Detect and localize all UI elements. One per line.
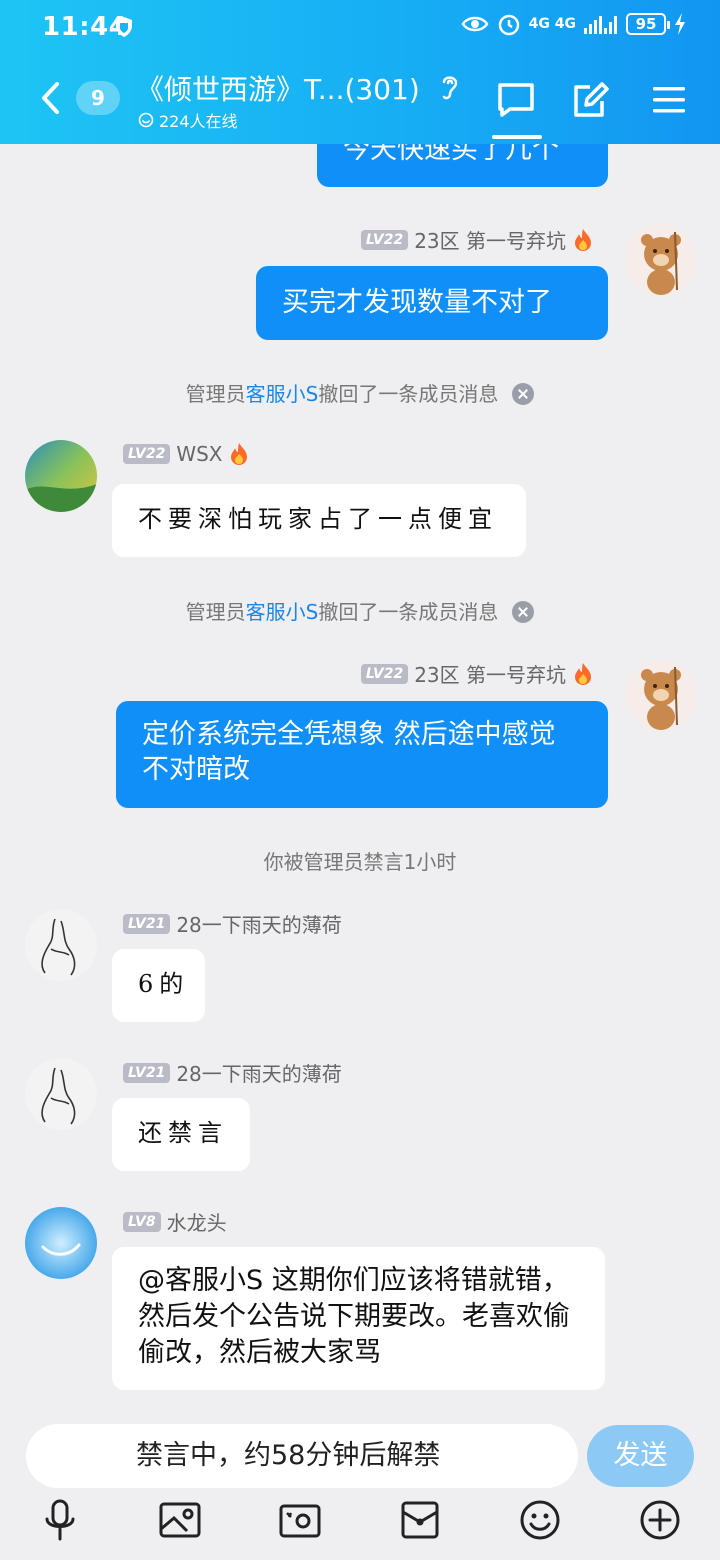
earpiece-mode-icon[interactable]	[438, 72, 462, 104]
notice-prefix: 管理员	[185, 382, 246, 406]
emoji-icon	[520, 1500, 560, 1540]
plus-icon	[640, 1500, 680, 1540]
notice-suffix: 撤回了一条成员消息	[318, 382, 499, 406]
avatar[interactable]	[25, 1207, 97, 1279]
avatar[interactable]	[25, 1058, 97, 1130]
message-bubble-self[interactable]: 今天快速买了几个	[317, 144, 608, 187]
bear-avatar-icon	[625, 224, 697, 296]
sender-name: 28一下雨天的薄荷	[176, 1062, 342, 1086]
fire-icon	[231, 443, 248, 465]
unread-count-badge[interactable]: 9	[76, 81, 120, 115]
sender-name: 23区 第一号弃坑	[414, 663, 566, 687]
message-bubble-self[interactable]: 买完才发现数量不对了	[256, 266, 608, 340]
input-bar: 禁言中，约58分钟后解禁 发送	[0, 1410, 720, 1560]
eye-icon	[461, 16, 489, 32]
message-bubble-other[interactable]: 还禁言	[112, 1098, 250, 1171]
fire-icon	[575, 228, 591, 251]
muted-input-field[interactable]: 禁言中，约58分钟后解禁	[26, 1424, 578, 1488]
message-bubble-other[interactable]: @客服小S 这期你们应该将错就错，然后发个公告说下期要改。老喜欢偷偷改，然后被大…	[112, 1247, 605, 1390]
camera-button[interactable]	[278, 1498, 322, 1542]
avatar[interactable]	[625, 224, 697, 296]
shield-icon	[116, 17, 132, 37]
back-icon	[42, 82, 59, 114]
level-badge: LV8	[123, 1211, 161, 1232]
image-button[interactable]	[158, 1498, 202, 1542]
avatar[interactable]	[25, 440, 97, 512]
sender-info: LV22 WSX	[123, 442, 250, 466]
emoji-button[interactable]	[518, 1498, 562, 1542]
chat-header: 11:44 4G 4G 95 9 《倾世西游》T...(301) 224人在线	[0, 0, 720, 144]
voice-button[interactable]	[38, 1498, 82, 1542]
sketch-avatar-icon	[25, 909, 97, 981]
online-status-icon	[138, 112, 154, 128]
system-notice: 管理员客服小S撤回了一条成员消息	[0, 596, 720, 625]
avatar[interactable]	[625, 659, 697, 731]
avatar[interactable]	[25, 909, 97, 981]
menu-button[interactable]	[647, 78, 691, 122]
message-bubble-other[interactable]: 不要深怕玩家占了一点便宜	[112, 484, 526, 557]
message-bubble-self[interactable]: 定价系统完全凭想象 然后途中感觉不对暗改	[116, 701, 608, 808]
landscape-avatar-icon	[25, 440, 97, 512]
level-badge: LV21	[123, 913, 171, 934]
sky-avatar-icon	[25, 1207, 97, 1279]
close-icon[interactable]	[512, 382, 535, 405]
online-count: 224人在线	[138, 108, 238, 132]
sender-name: 水龙头	[166, 1211, 227, 1235]
more-button[interactable]	[638, 1498, 682, 1542]
sender-info: LV8 水龙头	[123, 1207, 227, 1236]
bear-avatar-icon	[625, 659, 697, 731]
status-bar: 11:44 4G 4G 95	[0, 0, 720, 56]
camera-icon	[279, 1504, 321, 1538]
sketch-avatar-icon	[25, 1058, 97, 1130]
mute-notice: 你被管理员禁言1小时	[263, 850, 457, 874]
sender-info: LV21 28一下雨天的薄荷	[123, 909, 342, 938]
close-icon[interactable]	[512, 600, 535, 623]
sender-name: WSX	[176, 442, 223, 466]
group-title[interactable]: 《倾世西游》T...(301)	[136, 68, 420, 108]
red-packet-icon	[401, 1501, 439, 1539]
notice-suffix: 撤回了一条成员消息	[318, 600, 499, 624]
input-toolbar	[0, 1498, 720, 1548]
image-icon	[159, 1502, 201, 1538]
chat-tab-button[interactable]	[494, 78, 538, 122]
sender-name: 23区 第一号弃坑	[414, 229, 566, 253]
send-button[interactable]: 发送	[587, 1425, 694, 1487]
edit-button[interactable]	[569, 78, 613, 122]
red-packet-button[interactable]	[398, 1498, 442, 1542]
status-icons: 4G 4G 95	[461, 12, 686, 36]
battery-indicator: 95	[626, 13, 670, 35]
notice-prefix: 管理员	[185, 600, 246, 624]
message-bubble-other[interactable]: 6的	[112, 949, 205, 1022]
signal-icon	[584, 16, 617, 34]
sender-info: LV21 28一下雨天的薄荷	[123, 1058, 342, 1087]
charging-icon	[675, 13, 685, 35]
message-list[interactable]: 今天快速买了几个 LV22 23区 第一号弃坑 买完才发现数量不对了 管理员客服…	[0, 144, 720, 1410]
edit-icon	[574, 82, 609, 117]
sender-info: LV22 23区 第一号弃坑	[360, 659, 594, 688]
mic-icon	[45, 1499, 75, 1541]
level-badge: LV21	[123, 1062, 171, 1083]
back-button[interactable]	[34, 80, 66, 116]
online-count-label: 224人在线	[159, 112, 238, 131]
alarm-icon	[498, 14, 519, 36]
level-badge: LV22	[123, 444, 171, 464]
sender-info: LV22 23区 第一号弃坑	[360, 225, 594, 254]
chat-bubble-icon	[498, 83, 534, 117]
fire-icon	[575, 662, 591, 685]
admin-name-link[interactable]: 客服小S	[246, 382, 319, 406]
level-badge: LV22	[360, 229, 409, 250]
active-tab-indicator	[492, 135, 542, 139]
admin-name-link[interactable]: 客服小S	[246, 600, 319, 624]
network-label: 4G 4G	[528, 16, 576, 32]
sender-name: 28一下雨天的薄荷	[176, 913, 342, 937]
system-notice: 管理员客服小S撤回了一条成员消息	[0, 378, 720, 407]
level-badge: LV22	[360, 663, 409, 684]
menu-icon	[653, 87, 685, 113]
